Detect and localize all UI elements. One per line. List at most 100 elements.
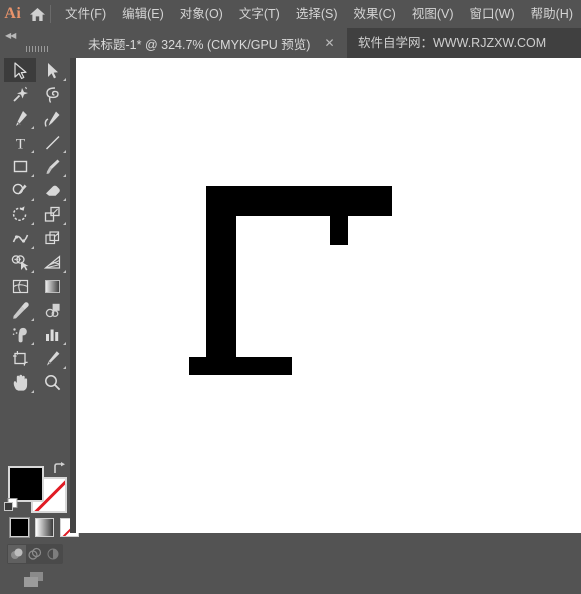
direct-selection-tool-icon xyxy=(47,62,58,78)
menu-select[interactable]: 选择(S) xyxy=(288,0,346,28)
tool-flyout-indicator-icon xyxy=(31,222,34,225)
type-tool[interactable]: T xyxy=(4,130,36,154)
slice-tool-icon xyxy=(46,350,59,366)
tool-flyout-indicator-icon xyxy=(31,390,34,393)
eyedropper-tool-icon xyxy=(12,301,29,319)
tool-row xyxy=(4,226,68,250)
draw-inside-button[interactable] xyxy=(44,545,62,563)
tool-row xyxy=(4,178,68,202)
magic-wand-tool-icon xyxy=(12,86,28,102)
tools-panel: T xyxy=(0,58,79,587)
tool-flyout-indicator-icon xyxy=(31,342,34,345)
menu-effect[interactable]: 效果(C) xyxy=(345,0,403,28)
tool-flyout-indicator-icon xyxy=(63,78,66,81)
gradient-tool[interactable] xyxy=(36,274,68,298)
tool-row xyxy=(4,322,68,346)
gradient-mode-button[interactable] xyxy=(35,518,54,537)
default-fill-stroke-icon[interactable] xyxy=(4,498,18,512)
home-icon[interactable] xyxy=(26,0,49,28)
tool-row xyxy=(4,346,68,370)
width-warp-tool-icon xyxy=(12,234,28,243)
hand-tool-icon xyxy=(13,374,27,391)
curvature-tool[interactable] xyxy=(36,106,68,130)
gradient-tool-icon xyxy=(44,279,60,293)
color-controls xyxy=(0,406,79,587)
tool-panel-header[interactable]: ◀◀ xyxy=(0,28,76,59)
rotate-tool[interactable] xyxy=(4,202,36,226)
zoom-tool[interactable] xyxy=(36,370,68,394)
change-screen-mode-button[interactable] xyxy=(22,571,48,589)
eyedropper-tool[interactable] xyxy=(4,298,36,322)
tool-row xyxy=(4,82,68,106)
line-segment-tool[interactable] xyxy=(36,130,68,154)
tool-flyout-indicator-icon xyxy=(63,198,66,201)
hand-tool[interactable] xyxy=(4,370,36,394)
tool-flyout-indicator-icon xyxy=(31,174,34,177)
menu-type[interactable]: 文字(T) xyxy=(231,0,288,28)
tool-row: T xyxy=(4,130,68,154)
menu-bar: Ai 文件(F) 编辑(E) 对象(O) 文字(T) 选择(S) 效果(C) 视图(V) 窗口… xyxy=(0,0,581,28)
line-segment-tool-icon xyxy=(45,135,59,149)
tool-row xyxy=(4,298,68,322)
document-canvas[interactable] xyxy=(76,58,581,533)
menu-file[interactable]: 文件(F) xyxy=(57,0,114,28)
close-icon[interactable]: ✕ xyxy=(324,28,334,58)
eraser-tool-icon xyxy=(45,185,60,196)
tool-grid: T xyxy=(4,58,68,394)
perspective-grid-tool-icon xyxy=(43,254,60,269)
fill-color-swatch[interactable] xyxy=(8,466,44,502)
pen-tool[interactable] xyxy=(4,106,36,130)
document-tab-title: 未标题-1* @ 324.7% (CMYK/GPU 预览) xyxy=(88,37,311,52)
free-transform-tool[interactable] xyxy=(36,226,68,250)
swap-fill-stroke-icon[interactable] xyxy=(52,462,66,476)
document-tab-bar: ◀◀ 未标题-1* @ 324.7% (CMYK/GPU 预览) ✕ 软件自学网… xyxy=(0,28,581,59)
symbol-sprayer-tool[interactable] xyxy=(4,322,36,346)
draw-normal-button[interactable] xyxy=(8,545,26,563)
menu-item-list: 文件(F) 编辑(E) 对象(O) 文字(T) 选择(S) 效果(C) 视图(V) 窗口(W)… xyxy=(57,0,581,28)
shaper-pencil-tool-icon xyxy=(12,183,27,195)
menu-help[interactable]: 帮助(H) xyxy=(523,0,581,28)
eraser-tool[interactable] xyxy=(36,178,68,202)
document-tab[interactable]: 未标题-1* @ 324.7% (CMYK/GPU 预览) ✕ xyxy=(76,28,347,58)
column-graph-tool-icon xyxy=(45,329,58,341)
paintbrush-tool[interactable] xyxy=(36,154,68,178)
zoom-tool-icon xyxy=(44,374,60,390)
panel-drag-handle[interactable] xyxy=(26,46,50,52)
blend-tool-icon xyxy=(45,303,60,317)
perspective-grid-tool[interactable] xyxy=(36,250,68,274)
magic-wand-tool[interactable] xyxy=(4,82,36,106)
symbol-sprayer-tool-icon xyxy=(12,327,27,342)
width-warp-tool[interactable] xyxy=(4,226,36,250)
shaper-pencil-tool[interactable] xyxy=(4,178,36,202)
shape-builder-tool[interactable] xyxy=(4,250,36,274)
blend-tool[interactable] xyxy=(36,298,68,322)
menu-window[interactable]: 窗口(W) xyxy=(462,0,523,28)
menu-view[interactable]: 视图(V) xyxy=(404,0,462,28)
tool-row xyxy=(4,154,68,178)
direct-selection-tool[interactable] xyxy=(36,58,68,82)
slice-tool[interactable] xyxy=(36,346,68,370)
tool-flyout-indicator-icon xyxy=(63,222,66,225)
menu-separator xyxy=(50,5,52,23)
selection-tool[interactable] xyxy=(4,58,36,82)
rectangle-tool-icon xyxy=(13,160,27,172)
menu-edit[interactable]: 编辑(E) xyxy=(114,0,172,28)
color-mode-button[interactable] xyxy=(9,517,30,538)
mesh-tool[interactable] xyxy=(4,274,36,298)
rectangle-tool[interactable] xyxy=(4,154,36,178)
collapse-panel-icon[interactable]: ◀◀ xyxy=(5,31,16,41)
tool-flyout-indicator-icon xyxy=(63,150,66,153)
menu-object[interactable]: 对象(O) xyxy=(172,0,231,28)
tool-row xyxy=(4,274,68,298)
lasso-tool[interactable] xyxy=(36,82,68,106)
artboard-tool[interactable] xyxy=(4,346,36,370)
draw-behind-button[interactable] xyxy=(26,545,44,563)
app-logo-icon: Ai xyxy=(4,5,22,22)
column-graph-tool[interactable] xyxy=(36,322,68,346)
paintbrush-tool-icon xyxy=(46,159,59,174)
cjk-stroke-path[interactable] xyxy=(76,58,581,533)
paint-mode-row xyxy=(9,517,79,538)
draw-mode-row xyxy=(7,544,63,564)
scale-tool[interactable] xyxy=(36,202,68,226)
svg-text:T: T xyxy=(15,136,24,152)
